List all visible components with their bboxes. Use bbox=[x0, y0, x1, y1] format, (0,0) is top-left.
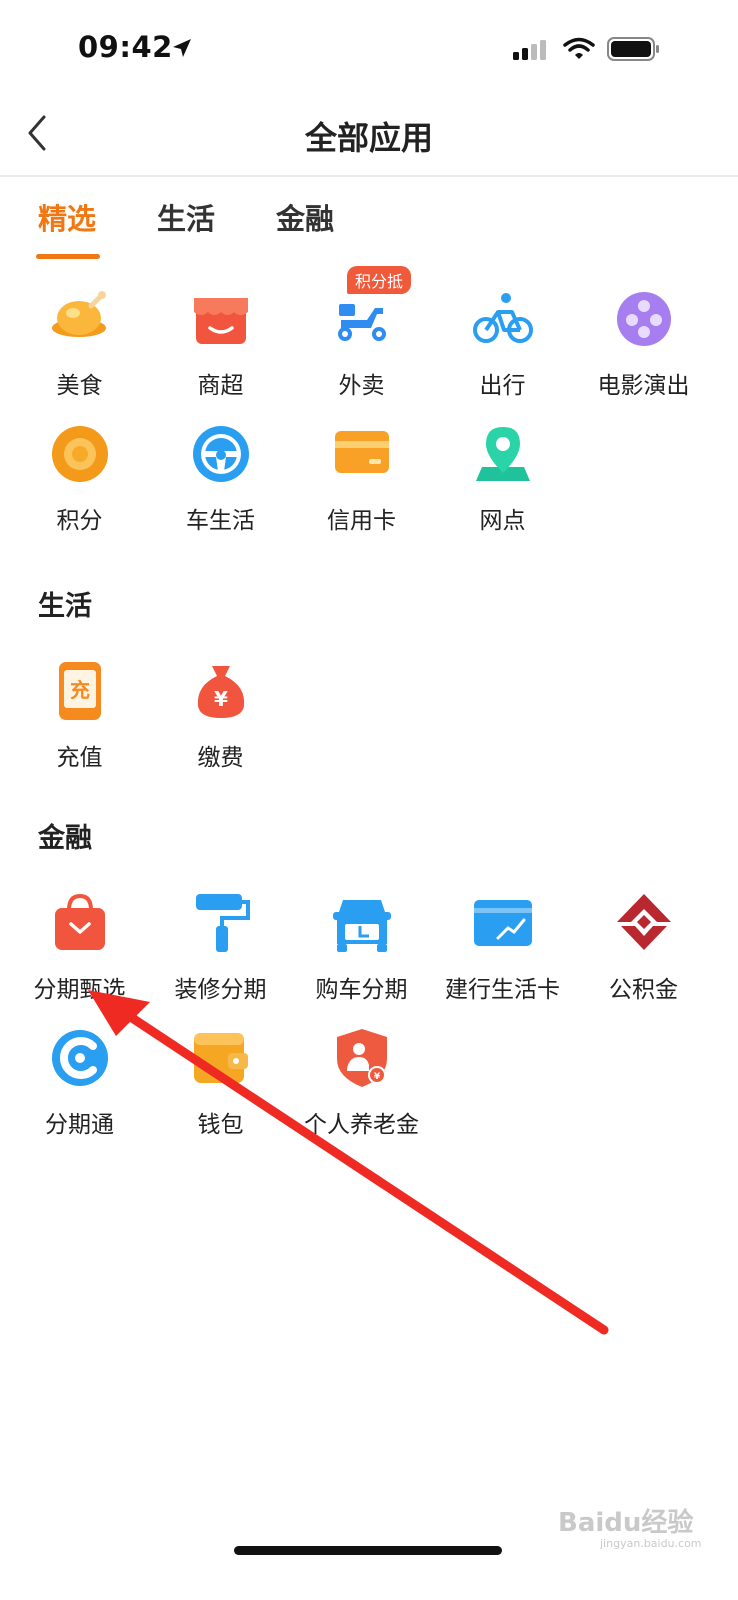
app-item-bill-payment[interactable]: ¥ 缴费 bbox=[150, 660, 291, 784]
app-label: 钱包 bbox=[197, 1112, 244, 1138]
battery-icon bbox=[607, 37, 659, 61]
life-card-icon bbox=[474, 900, 532, 946]
section-title-life: 生活 bbox=[38, 591, 92, 622]
pension-yuan-glyph: ¥ bbox=[374, 1072, 381, 1082]
credit-card-icon bbox=[335, 431, 389, 473]
points-coin-icon bbox=[52, 426, 108, 482]
app-item-car-life[interactable]: 车生活 bbox=[150, 423, 291, 547]
app-item-personal-pension[interactable]: ¥ 个人养老金 bbox=[291, 1027, 432, 1151]
app-label: 积分 bbox=[56, 508, 103, 534]
app-label: 外卖 bbox=[338, 373, 385, 399]
app-item-food[interactable]: 美食 bbox=[9, 288, 150, 412]
app-item-supermarket[interactable]: 商超 bbox=[150, 288, 291, 412]
app-label: 装修分期 bbox=[174, 977, 267, 1003]
tab-finance[interactable]: 金融 bbox=[276, 196, 334, 238]
app-label: 车生活 bbox=[186, 508, 255, 534]
app-item-points[interactable]: 积分 bbox=[9, 423, 150, 547]
money-bag-icon: ¥ bbox=[197, 666, 245, 718]
app-label: 美食 bbox=[56, 373, 103, 399]
app-item-car-installment[interactable]: 购车分期 bbox=[291, 892, 432, 1016]
app-item-renovation-installment[interactable]: 装修分期 bbox=[150, 892, 291, 1016]
section-title-finance: 金融 bbox=[38, 823, 92, 854]
app-label: 分期通 bbox=[45, 1112, 114, 1138]
app-label: 信用卡 bbox=[327, 508, 396, 534]
paint-roller-icon bbox=[196, 894, 250, 952]
shopping-bag-icon bbox=[55, 893, 105, 950]
wifi-icon bbox=[563, 37, 595, 59]
app-item-recharge[interactable]: 充 充值 bbox=[9, 660, 150, 784]
roast-chicken-icon bbox=[52, 291, 106, 337]
car-icon bbox=[333, 900, 391, 952]
phone-recharge-icon: 充 bbox=[59, 662, 101, 720]
app-item-takeout[interactable]: 积分抵 外卖 bbox=[291, 266, 432, 412]
film-reel-icon bbox=[617, 292, 671, 346]
cellular-signal-icon bbox=[513, 40, 546, 60]
app-item-installment-select[interactable]: 分期甄选 bbox=[9, 892, 150, 1016]
app-label: 电影演出 bbox=[597, 373, 690, 399]
app-label: 个人养老金 bbox=[304, 1112, 419, 1138]
baidu-watermark-url: jingyan.baidu.com bbox=[600, 1537, 702, 1550]
app-label: 充值 bbox=[56, 745, 103, 771]
app-item-installment-pass[interactable]: 分期通 bbox=[9, 1027, 150, 1151]
app-label: 建行生活卡 bbox=[445, 977, 560, 1003]
app-item-travel[interactable]: 出行 bbox=[432, 288, 573, 412]
bicycle-icon bbox=[473, 293, 533, 343]
nav-bar: 全部应用 bbox=[0, 95, 738, 177]
baidu-watermark: Baidu经验 bbox=[558, 1508, 694, 1538]
pension-shield-icon: ¥ bbox=[337, 1029, 387, 1087]
recharge-glyph: 充 bbox=[70, 678, 90, 702]
active-tab-indicator bbox=[36, 254, 100, 259]
tab-life[interactable]: 生活 bbox=[157, 196, 215, 238]
tab-featured[interactable]: 精选 bbox=[38, 196, 96, 238]
yuan-glyph: ¥ bbox=[214, 687, 228, 711]
app-label: 出行 bbox=[479, 373, 526, 399]
store-icon bbox=[194, 298, 248, 344]
app-label: 购车分期 bbox=[315, 977, 408, 1003]
category-tabs: 精选 生活 金融 bbox=[0, 196, 738, 262]
location-arrow-icon bbox=[173, 39, 191, 57]
status-time: 09:42 bbox=[78, 30, 173, 64]
housing-fund-logo-icon bbox=[617, 894, 671, 950]
steering-wheel-icon bbox=[193, 426, 249, 482]
app-item-credit-card[interactable]: 信用卡 bbox=[291, 423, 432, 547]
home-indicator bbox=[234, 1546, 502, 1555]
location-pin-icon bbox=[476, 427, 530, 481]
app-item-movies[interactable]: 电影演出 bbox=[573, 288, 714, 412]
app-item-wallet[interactable]: 钱包 bbox=[150, 1027, 291, 1151]
scooter-icon bbox=[338, 304, 386, 341]
app-label: 分期甄选 bbox=[33, 977, 126, 1003]
app-item-branches[interactable]: 网点 bbox=[432, 423, 573, 547]
page-title: 全部应用 bbox=[304, 119, 433, 157]
app-label: 缴费 bbox=[197, 745, 244, 771]
app-item-life-card[interactable]: 建行生活卡 bbox=[432, 892, 573, 1016]
app-label: 商超 bbox=[197, 373, 244, 399]
app-label: 网点 bbox=[479, 508, 526, 534]
wallet-icon bbox=[194, 1033, 248, 1083]
app-item-housing-fund[interactable]: 公积金 bbox=[573, 892, 714, 1016]
installment-c-icon bbox=[52, 1030, 108, 1086]
status-bar: 09:42 bbox=[0, 0, 738, 100]
app-label: 公积金 bbox=[609, 977, 678, 1003]
